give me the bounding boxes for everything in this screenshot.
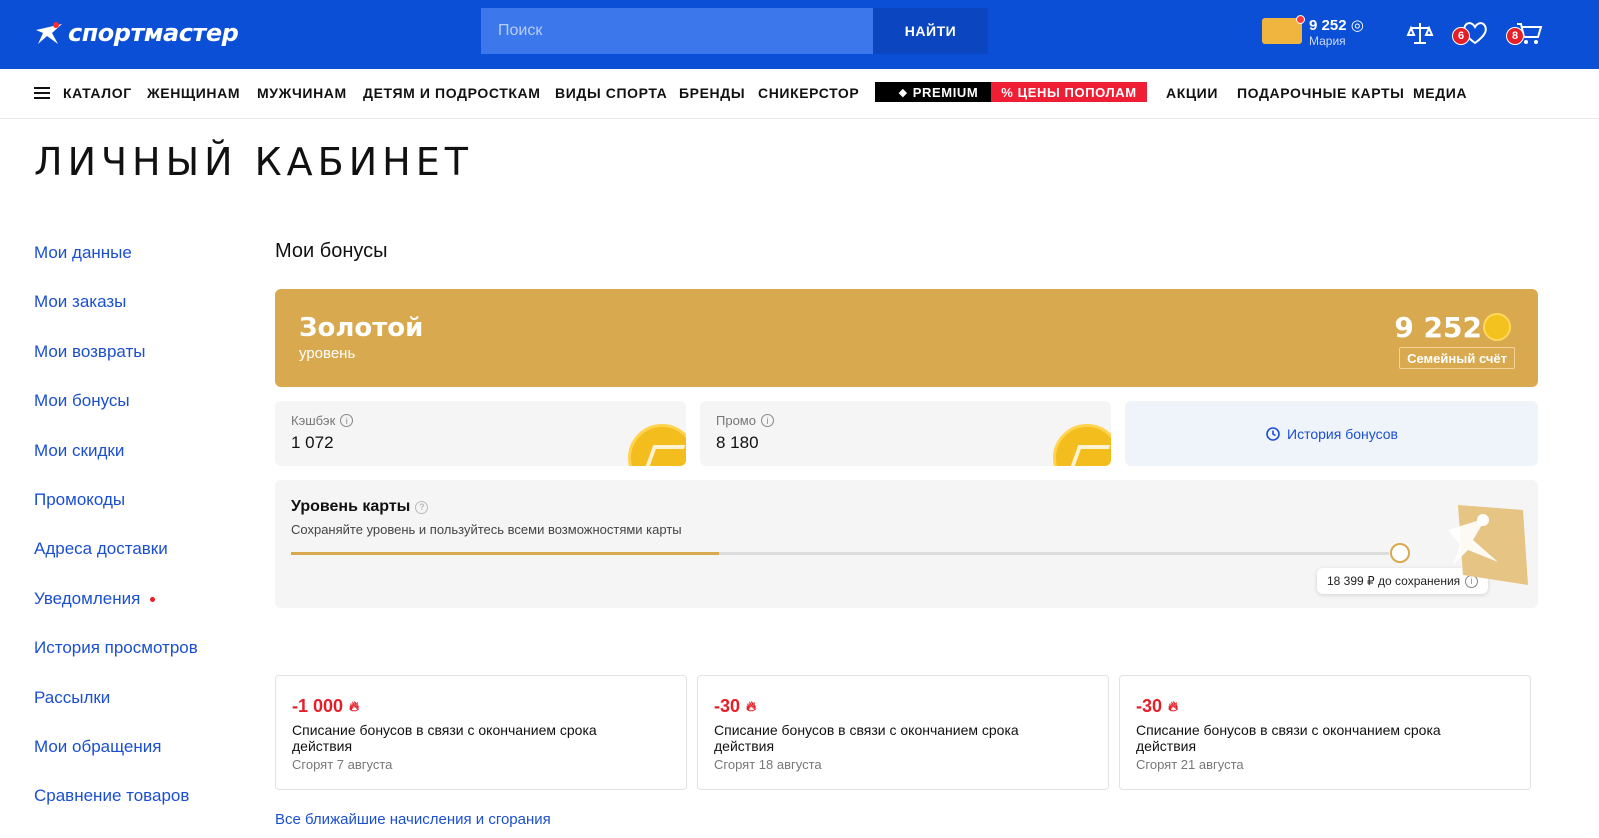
expiry-amount-value: -30 xyxy=(1136,696,1163,716)
bonuses-title: Мои бонусы xyxy=(275,240,388,262)
nav-men[interactable]: МУЖЧИНАМ xyxy=(257,85,347,101)
nav-sneakerstore[interactable]: СНИКЕРСТОР xyxy=(758,85,859,101)
bonus-history-label: История бонусов xyxy=(1287,425,1398,442)
nav-kids[interactable]: ДЕТЯМ И ПОДРОСТКАМ xyxy=(363,85,540,101)
expiry-amount-value: -1 000 xyxy=(292,696,344,716)
bonus-total: 9 252 xyxy=(1394,311,1482,344)
expiry-card: -30 🔥︎ Списание бонусов в связи с оконча… xyxy=(1119,675,1531,790)
sidebar-item-my-data[interactable]: Мои данные xyxy=(34,243,132,263)
search-button[interactable]: НАЙТИ xyxy=(873,8,988,54)
expiry-date: Сгорят 7 августа xyxy=(292,757,393,772)
expiry-description: Списание бонусов в связи с окончанием ср… xyxy=(292,722,597,754)
card-level-title-text: Уровень карты xyxy=(291,498,411,515)
coin-icon xyxy=(628,424,686,466)
burger-menu-icon[interactable] xyxy=(34,87,50,99)
sidebar-item-history[interactable]: История просмотров xyxy=(34,638,198,658)
expiry-date: Сгорят 18 августа xyxy=(714,757,822,772)
nav-premium[interactable]: ◆ PREMIUM xyxy=(875,82,1002,102)
fire-icon: 🔥︎ xyxy=(746,698,757,714)
nav-half-price[interactable]: % ЦЕНЫ ПОПОЛАМ xyxy=(991,82,1147,102)
bonus-history-button[interactable]: История бонусов xyxy=(1125,401,1538,466)
sidebar-item-mailings[interactable]: Рассылки xyxy=(34,688,110,708)
expiry-amount-value: -30 xyxy=(714,696,741,716)
level-progress-track xyxy=(291,552,1389,555)
bonus-card-icon[interactable] xyxy=(1262,15,1305,44)
header-user-name[interactable]: Мария xyxy=(1309,34,1346,48)
nav-brands[interactable]: БРЕНДЫ xyxy=(679,85,745,101)
card-level-title: Уровень карты ? xyxy=(291,498,429,516)
nav-premium-label: PREMIUM xyxy=(912,84,979,100)
logo-star-icon xyxy=(36,22,62,44)
search-placeholder: Поиск xyxy=(498,22,543,39)
family-account-button[interactable]: Семейный счёт xyxy=(1399,347,1515,369)
unread-dot xyxy=(150,597,156,603)
sidebar-item-requests[interactable]: Мои обращения xyxy=(34,737,161,757)
level-sub: уровень xyxy=(299,345,356,362)
gold-level-banner: Золотой уровень 9 252 Семейный счёт xyxy=(275,289,1538,387)
history-clock-icon xyxy=(1266,426,1280,441)
nav-sports[interactable]: ВИДЫ СПОРТА xyxy=(555,85,667,101)
main-navigation: КАТАЛОГ ЖЕНЩИНАМ МУЖЧИНАМ ДЕТЯМ И ПОДРОС… xyxy=(0,69,1599,119)
header-bonus-balance[interactable]: 9 252 ◎ xyxy=(1309,16,1364,34)
expiry-date: Сгорят 21 августа xyxy=(1136,757,1244,772)
card-level-panel: Уровень карты ? Сохраняйте уровень и пол… xyxy=(275,480,1538,608)
sidebar-item-promocodes[interactable]: Промокоды xyxy=(34,490,125,510)
compare-scales-icon[interactable] xyxy=(1405,18,1435,48)
info-icon[interactable]: i xyxy=(760,414,774,427)
cashback-card: Кэшбэк i 1 072 xyxy=(275,401,686,466)
promo-value: 8 180 xyxy=(716,433,759,452)
top-header: спортмастер Поиск НАЙТИ 9 252 ◎ Мария 6 … xyxy=(0,0,1599,69)
coin-icon xyxy=(1053,424,1111,466)
wishlist-count-badge: 6 xyxy=(1452,27,1470,45)
cashback-value: 1 072 xyxy=(291,433,334,452)
logo-text: спортмастер xyxy=(68,19,239,47)
sidebar-item-notifications-label: Уведомления xyxy=(34,589,141,608)
cashback-label-text: Кэшбэк xyxy=(291,413,336,428)
card-level-subtitle: Сохраняйте уровень и пользуйтесь всеми в… xyxy=(291,522,682,537)
gold-card-illustration xyxy=(1448,505,1528,585)
fire-icon: 🔥︎ xyxy=(1168,698,1179,714)
diamond-icon: ◆ xyxy=(898,86,908,99)
sidebar-item-discounts[interactable]: Мои скидки xyxy=(34,441,124,461)
nav-women[interactable]: ЖЕНЩИНАМ xyxy=(147,85,240,101)
expiry-amount: -30 🔥︎ xyxy=(1136,696,1178,717)
expiry-description: Списание бонусов в связи с окончанием ср… xyxy=(1136,722,1441,754)
info-icon[interactable]: i xyxy=(340,414,354,427)
expiry-amount: -30 🔥︎ xyxy=(714,696,756,717)
level-progress-target xyxy=(1390,543,1410,563)
sidebar-item-notifications[interactable]: Уведомления xyxy=(34,589,156,609)
sportmaster-logo[interactable]: спортмастер xyxy=(34,18,239,48)
level-progress-fill xyxy=(291,552,720,555)
bonus-coin-icon xyxy=(1483,313,1511,341)
expiry-card: -1 000 🔥︎ Списание бонусов в связи с око… xyxy=(275,675,687,790)
promo-card: Промо i 8 180 xyxy=(700,401,1111,466)
sidebar-item-compare[interactable]: Сравнение товаров xyxy=(34,786,189,806)
page-title: ЛИЧНЫЙ КАБИНЕТ xyxy=(34,140,473,184)
expiry-amount: -1 000 🔥︎ xyxy=(292,696,359,717)
sidebar-item-returns[interactable]: Мои возвраты xyxy=(34,342,146,362)
help-icon[interactable]: ? xyxy=(415,500,429,514)
promo-label: Промо i xyxy=(716,413,774,428)
nav-media[interactable]: МЕДИА xyxy=(1413,85,1467,101)
promo-label-text: Промо xyxy=(716,413,756,428)
fire-icon: 🔥︎ xyxy=(349,698,360,714)
sidebar-item-addresses[interactable]: Адреса доставки xyxy=(34,539,168,559)
nav-promotions[interactable]: АКЦИИ xyxy=(1166,85,1218,101)
sidebar-item-bonuses[interactable]: Мои бонусы xyxy=(34,391,130,411)
nav-gift-cards[interactable]: ПОДАРОЧНЫЕ КАРТЫ xyxy=(1237,85,1404,101)
nav-catalog[interactable]: КАТАЛОГ xyxy=(63,85,132,101)
expiry-description: Списание бонусов в связи с окончанием ср… xyxy=(714,722,1019,754)
expiry-card: -30 🔥︎ Списание бонусов в связи с оконча… xyxy=(697,675,1109,790)
cart-count-badge: 8 xyxy=(1506,27,1524,45)
level-name: Золотой xyxy=(299,313,424,343)
sidebar-item-orders[interactable]: Мои заказы xyxy=(34,292,126,312)
search-input[interactable]: Поиск xyxy=(481,8,873,54)
cashback-label: Кэшбэк i xyxy=(291,413,354,428)
all-accruals-link[interactable]: Все ближайшие начисления и сгорания xyxy=(275,811,551,828)
